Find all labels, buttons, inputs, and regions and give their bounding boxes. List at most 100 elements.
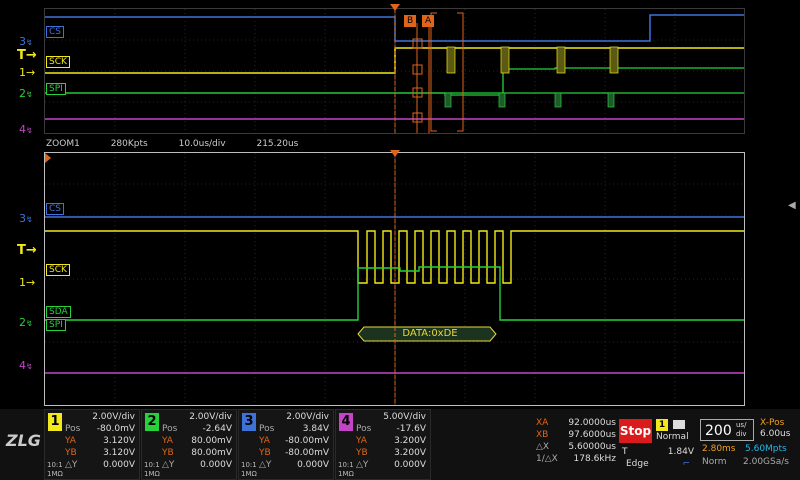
channel-number[interactable]: 2 (145, 413, 159, 431)
xb-label: XB (536, 430, 549, 440)
zoom-ch3-marker[interactable]: 3↯ (19, 213, 33, 226)
channel-ya: 3.120V (103, 436, 135, 446)
xpos-value: 6.00us (760, 429, 791, 439)
side-panel-toggle-icon[interactable]: ◀ (788, 200, 796, 211)
trigger-position-marker[interactable] (390, 4, 400, 11)
timebase-unit-bottom: div (736, 430, 747, 438)
yb-label: YB (259, 448, 271, 458)
timebase-scale-box[interactable]: 200 us/ div (700, 419, 754, 441)
channel-dy: 0.000V (394, 460, 426, 470)
channel-yb: -80.00mV (285, 448, 329, 458)
trigger-level-value: 1.84V (667, 447, 694, 457)
channel-dy: 0.000V (200, 460, 232, 470)
trigger-coupling-icon (672, 420, 685, 429)
ya-label: YA (162, 436, 173, 446)
xa-label: XA (536, 418, 549, 428)
ch4-marker[interactable]: 4↯ (19, 124, 33, 137)
inv-dx-value: 178.6kHz (573, 454, 616, 464)
timebase-panel[interactable]: 200 us/ div X-Pos 6.00us 2.80ms 5.60Mpts… (698, 417, 798, 477)
cursor-readout[interactable]: XA 92.0000us XB 97.6000us △X 5.60000us 1/△X… (536, 417, 616, 477)
channel-ya: 3.200V (394, 436, 426, 446)
channel-pos: -17.6V (396, 424, 426, 434)
trigger-type: Edge (626, 459, 649, 469)
main-spi-label: SPI (46, 83, 66, 95)
sample-rate: 2.00GSa/s (743, 457, 789, 467)
main-sck-label: SCK (46, 56, 70, 68)
yb-label: YB (65, 448, 77, 458)
channel-number[interactable]: 1 (48, 413, 62, 431)
channel-3-box[interactable]: 3 2.00V/div Pos 3.84V YA -80.00mV YB -80.00… (238, 409, 334, 480)
xb-value: 97.6000us (568, 430, 616, 440)
channel-probe-ratio: 10:1 (338, 461, 354, 469)
main-waveform-svg (45, 9, 744, 133)
record-points: 5.60Mpts (745, 444, 787, 454)
channel-yb: 80.00mV (191, 448, 232, 458)
channel-yb: 3.200V (394, 448, 426, 458)
zoom-trigger-marker[interactable] (390, 150, 400, 157)
channel-ya: -80.00mV (285, 436, 329, 446)
pos-label: Pos (65, 424, 81, 434)
channel-dy: 0.000V (103, 460, 135, 470)
zoom-label: ZOOM1 (46, 139, 80, 149)
trigger-t-label: T (622, 447, 628, 457)
channel-dy: 0.000V (297, 460, 329, 470)
ya-label: YA (356, 436, 367, 446)
channel-ya: 80.00mV (191, 436, 232, 446)
yb-label: YB (356, 448, 368, 458)
dx-value: 5.60000us (568, 442, 616, 452)
channel-probe-ratio: 10:1 (144, 461, 160, 469)
zoom-trigger-level-marker[interactable]: T→ (17, 244, 37, 257)
zoom-info-bar: ZOOM1 280Kpts 10.0us/div 215.20us (44, 137, 745, 151)
run-stop-button[interactable]: Stop (619, 419, 652, 443)
zoom-ch1-marker[interactable]: 1→ (19, 277, 35, 289)
dy-label: △Y (356, 460, 369, 470)
ya-label: YA (259, 436, 270, 446)
channel-4-box[interactable]: 4 5.00V/div Pos -17.6V YA 3.200V YB 3.200V … (335, 409, 431, 480)
timebase-value: 200 (705, 423, 732, 439)
trigger-source-badge: 1 (656, 419, 668, 431)
zoom-left-marker[interactable] (45, 153, 51, 163)
edge-rising-icon: ⌐ (682, 459, 690, 469)
zoom-waveform-pane[interactable]: CS SCK SDA SPI DATA:0xDE (44, 152, 745, 406)
dy-label: △Y (259, 460, 272, 470)
channel-scale: 5.00V/div (383, 412, 426, 422)
channel-yb: 3.120V (103, 448, 135, 458)
channel-1-box[interactable]: 1 2.00V/div Pos -80.0mV YA 3.120V YB 3.120V… (44, 409, 140, 480)
channel-impedance: 1MΩ (47, 470, 63, 478)
channel-probe-ratio: 10:1 (241, 461, 257, 469)
ch2-marker[interactable]: 2↯ (19, 88, 33, 101)
inv-dx-label: 1/△X (536, 454, 558, 464)
zoom-sck-label: SCK (46, 264, 70, 276)
zoom-position: 215.20us (256, 139, 299, 149)
main-waveform-pane[interactable]: CS SCK SPI B A (44, 8, 745, 134)
trigger-level-marker[interactable]: T→ (17, 49, 37, 62)
cursor-a-marker[interactable]: A (422, 15, 435, 27)
channel-number[interactable]: 4 (339, 413, 353, 431)
channel-impedance: 1MΩ (144, 470, 160, 478)
xa-value: 92.0000us (568, 418, 616, 428)
zoom-ch4-marker[interactable]: 4↯ (19, 360, 33, 373)
dy-label: △Y (162, 460, 175, 470)
yb-label: YB (162, 448, 174, 458)
channel-impedance: 1MΩ (241, 470, 257, 478)
pos-label: Pos (356, 424, 372, 434)
trigger-mode: Normal (656, 432, 689, 442)
zoom-waveform-svg (45, 153, 744, 405)
pos-label: Pos (162, 424, 178, 434)
channel-number[interactable]: 3 (242, 413, 256, 431)
zoom-spi-label: SPI (46, 319, 66, 331)
channel-2-box[interactable]: 2 2.00V/div Pos -2.64V YA 80.00mV YB 80.00m… (141, 409, 237, 480)
channel-scale: 2.00V/div (92, 412, 135, 422)
logo: ZLG (6, 431, 41, 450)
acquisition-mode: Norm (702, 457, 727, 467)
dx-label: △X (536, 442, 550, 452)
zoom-window-left (430, 12, 437, 132)
xpos-label: X-Pos (760, 418, 785, 428)
cursor-b-marker[interactable]: B (404, 15, 417, 27)
ch1-marker[interactable]: 1→ (19, 67, 35, 79)
zoom-points: 280Kpts (110, 139, 148, 149)
trigger-level-readout[interactable]: T 1.84V Edge ⌐ (622, 446, 694, 470)
zoom-ch2-marker[interactable]: 2↯ (19, 317, 33, 330)
channel-pos: -2.64V (202, 424, 232, 434)
dy-label: △Y (65, 460, 78, 470)
